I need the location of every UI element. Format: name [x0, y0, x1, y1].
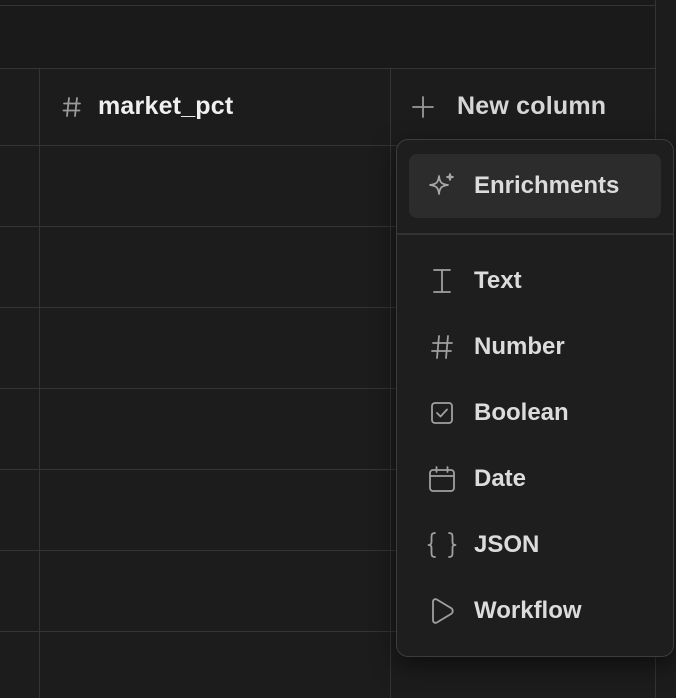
hash-icon	[427, 332, 457, 362]
menu-item-label: Number	[474, 333, 565, 360]
menu-item-label: JSON	[474, 531, 540, 558]
grid-line	[0, 469, 396, 470]
hash-icon	[62, 96, 88, 118]
grid-line	[0, 550, 396, 551]
menu-item-enrichments[interactable]: Enrichments	[409, 154, 661, 218]
grid-line	[0, 388, 396, 389]
table-view: market_pct New column Enrichments Text N…	[0, 0, 676, 698]
menu-item-label: Text	[474, 267, 522, 294]
menu-item-label: Workflow	[474, 597, 582, 624]
grid-line	[390, 68, 391, 698]
text-cursor-icon	[427, 266, 457, 296]
menu-item-label: Date	[474, 465, 527, 492]
new-column-button[interactable]: New column	[391, 68, 655, 145]
menu-item-label: Enrichments	[474, 172, 620, 199]
plus-icon	[411, 95, 437, 119]
column-header-market-pct[interactable]: market_pct	[40, 68, 390, 145]
calendar-icon	[427, 464, 457, 494]
menu-item-workflow[interactable]: Workflow	[409, 579, 661, 643]
menu-item-boolean[interactable]: Boolean	[409, 381, 661, 445]
braces-icon	[427, 530, 457, 560]
column-type-menu: Enrichments Text Number Boolean Date JSO…	[396, 139, 674, 657]
menu-divider	[397, 233, 673, 235]
grid-line	[0, 226, 396, 227]
play-icon	[427, 596, 457, 626]
menu-item-number[interactable]: Number	[409, 315, 661, 379]
grid-line	[0, 5, 656, 6]
menu-item-date[interactable]: Date	[409, 447, 661, 511]
grid-line	[39, 68, 40, 698]
menu-item-json[interactable]: JSON	[409, 513, 661, 577]
menu-item-label: Boolean	[474, 399, 569, 426]
menu-item-text[interactable]: Text	[409, 249, 661, 313]
checkbox-icon	[427, 398, 457, 428]
grid-line	[0, 631, 396, 632]
table-toolbar	[0, 0, 656, 68]
sparkle-icon	[427, 171, 457, 201]
column-header-label: market_pct	[98, 92, 234, 120]
new-column-label: New column	[457, 92, 607, 120]
grid-line	[0, 307, 396, 308]
